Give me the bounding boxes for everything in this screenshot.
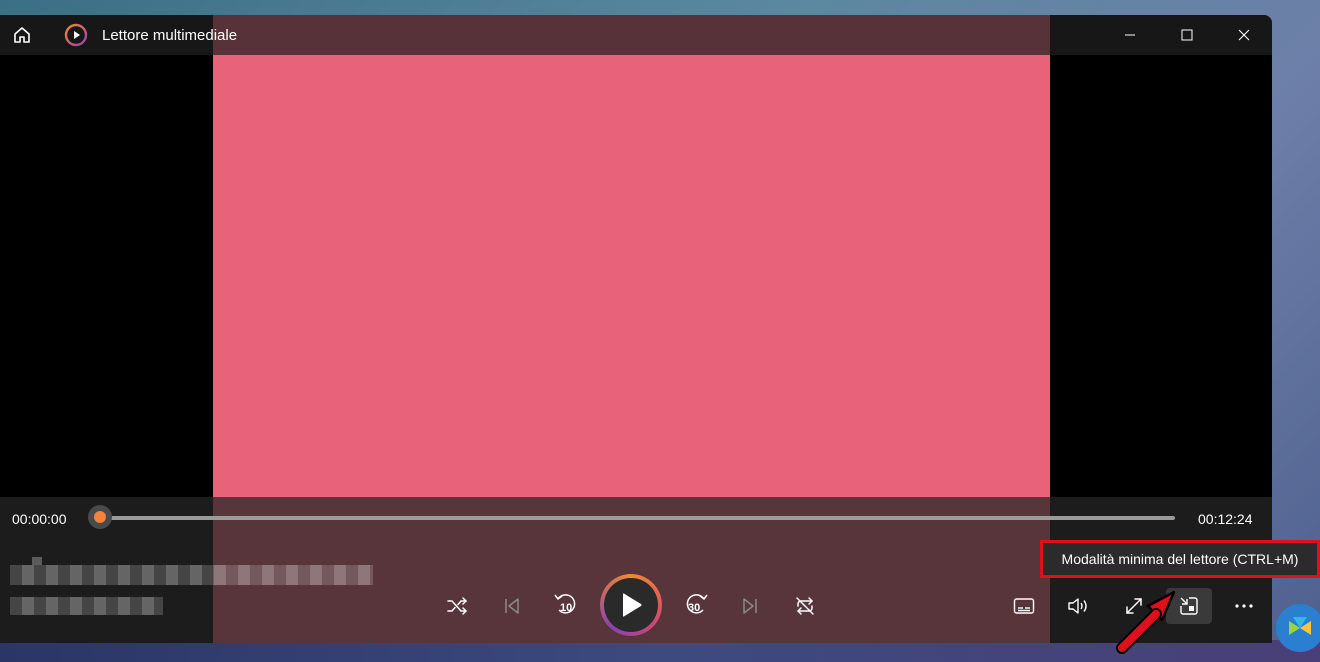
seek-thumb[interactable]	[88, 505, 112, 529]
media-artist-blurred	[10, 597, 163, 615]
next-button[interactable]	[730, 586, 770, 626]
app-logo-icon	[1289, 617, 1311, 635]
taskbar-app-icon[interactable]	[1276, 604, 1320, 652]
maximize-button[interactable]	[1158, 15, 1215, 55]
play-button[interactable]	[600, 574, 662, 636]
total-time: 00:12:24	[1198, 511, 1253, 527]
repeat-icon	[796, 597, 814, 615]
miniplayer-icon	[1180, 597, 1198, 615]
media-info	[10, 557, 373, 615]
home-button[interactable]	[0, 15, 44, 55]
skip-back-10-icon: 10	[554, 594, 576, 614]
skip-forward-button[interactable]: 30	[676, 584, 716, 624]
window-controls	[1101, 15, 1272, 55]
svg-text:10: 10	[560, 602, 572, 614]
close-icon	[1238, 29, 1249, 41]
repeat-button[interactable]	[785, 586, 825, 626]
shuffle-button[interactable]	[437, 586, 477, 626]
shuffle-icon	[447, 597, 468, 615]
seek-bar[interactable]	[100, 516, 1175, 520]
volume-icon	[1068, 598, 1087, 614]
media-info-blurred-mark	[32, 557, 42, 565]
skip-back-button[interactable]: 10	[546, 584, 586, 624]
home-icon	[14, 27, 30, 43]
previous-icon	[505, 598, 519, 614]
minimize-icon	[1124, 34, 1135, 36]
annotation-arrow	[1116, 590, 1176, 654]
elapsed-time: 00:00:00	[12, 511, 67, 527]
more-options-button[interactable]	[1224, 586, 1264, 626]
title-bar: Lettore multimediale	[0, 15, 1272, 55]
media-title-blurred	[10, 565, 373, 585]
media-player-icon	[64, 23, 88, 47]
minimize-button[interactable]	[1101, 15, 1158, 55]
previous-button[interactable]	[492, 586, 532, 626]
svg-text:30: 30	[688, 602, 700, 614]
maximize-icon	[1181, 29, 1192, 41]
miniplayer-tooltip: Modalità minima del lettore (CTRL+M)	[1040, 540, 1320, 578]
skip-forward-30-icon: 30	[686, 594, 708, 614]
next-icon	[743, 598, 757, 614]
subtitles-button[interactable]	[1004, 586, 1044, 626]
play-icon	[623, 593, 642, 617]
volume-button[interactable]	[1059, 586, 1099, 626]
close-button[interactable]	[1215, 15, 1272, 55]
subtitles-icon	[1013, 598, 1035, 614]
more-icon	[1235, 604, 1253, 608]
window-title: Lettore multimediale	[102, 26, 238, 44]
